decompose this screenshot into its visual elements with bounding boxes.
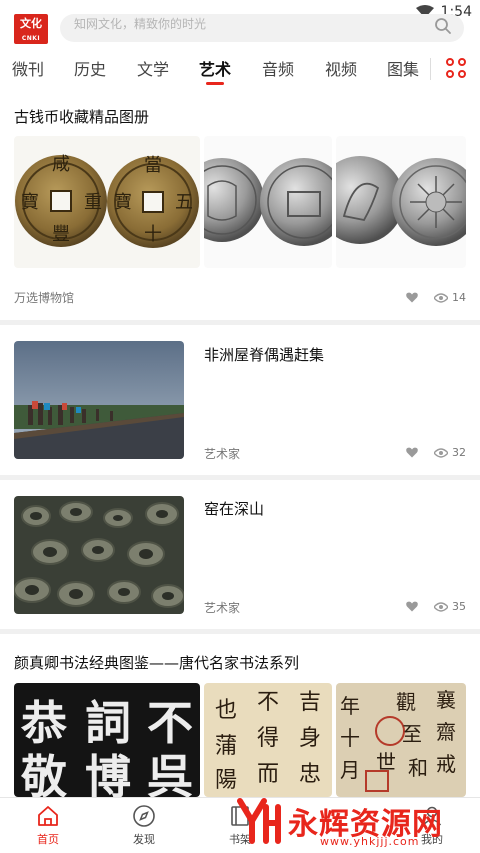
watermark-url: www.yhkjjj.com [320, 835, 420, 848]
watermark-logo-icon [237, 798, 281, 844]
calligraphy-char: 觀 [396, 690, 416, 714]
calligraphy-char: 也 [215, 698, 237, 723]
views-icon [434, 601, 448, 612]
like-icon[interactable] [406, 601, 418, 612]
calligraphy-char: 吉 [299, 690, 321, 715]
article-thumbnail [14, 341, 184, 459]
calligraphy-char: 年 [340, 694, 360, 718]
calligraphy-scroll-image: 年 觀 襄 十 至 齋 月 和 戒 世 [340, 688, 456, 792]
tab-video[interactable]: 视频 [325, 56, 357, 80]
kiln-pottery-photo [14, 496, 184, 614]
svg-text:豐: 豐 [52, 224, 70, 245]
seal-stamp [375, 716, 405, 746]
svg-text:寶: 寶 [114, 192, 132, 213]
gallery-image [204, 136, 332, 268]
home-icon [38, 806, 58, 826]
calligraphy-char: 戒 [436, 752, 456, 776]
section-divider [0, 629, 480, 634]
tab-divider [430, 58, 431, 80]
calligraphy-char: 忠 [299, 762, 321, 787]
calligraphy-char: 陽 [215, 768, 237, 793]
card-source: 万选博物馆 [14, 291, 75, 305]
article-source: 艺术家 [204, 447, 241, 461]
calligraphy-rubbing-image: 恭 詞 不 敬 博 呉 [20, 696, 193, 797]
calligraphy-char: 詞 [85, 696, 131, 750]
calligraphy-char: 身 [299, 726, 321, 751]
svg-text:寶: 寶 [21, 192, 39, 213]
gallery-image: 年 觀 襄 十 至 齋 月 和 戒 世 [336, 683, 466, 797]
calligraphy-char: 不 [257, 690, 279, 715]
article-title: 窑在深山 [204, 500, 265, 518]
bottom-navigation: 首页 发现 书架 我的 永辉资源网 www.yhkjjj.com [0, 797, 480, 853]
article-thumbnail [14, 496, 184, 614]
logo-text: 文化 [20, 17, 42, 30]
view-count: 32 [452, 446, 466, 459]
calligraphy-char: 月 [340, 758, 360, 782]
calligraphy-char: 博 [85, 750, 131, 797]
tab-weikan[interactable]: 微刊 [12, 56, 44, 80]
calligraphy-char: 不 [147, 696, 193, 750]
header: 文化 CNKI 知网文化，精致你的时光 [0, 0, 480, 48]
calligraphy-char: 恭 [20, 696, 68, 750]
views-icon [434, 447, 448, 458]
like-icon[interactable] [406, 292, 418, 303]
logo-subtext: CNKI [21, 35, 41, 42]
view-count: 35 [452, 600, 466, 613]
gallery-image: 恭 詞 不 敬 博 呉 [14, 683, 200, 797]
tab-audio[interactable]: 音频 [262, 56, 294, 80]
section-divider [0, 475, 480, 480]
calligraphy-char: 襄 [436, 688, 456, 712]
nav-discover[interactable]: 发现 [114, 804, 174, 847]
calligraphy-char: 呉 [147, 750, 193, 797]
seal-stamp [365, 770, 389, 792]
view-count: 14 [452, 291, 466, 304]
compass-icon [133, 805, 155, 827]
gallery-image: 咸重 豐寶 當五 十寶 [14, 136, 200, 268]
silver-coins-image [336, 156, 466, 246]
calligraphy-char: 世 [376, 750, 396, 774]
calligraphy-char: 敬 [20, 750, 68, 797]
svg-text:五: 五 [175, 192, 193, 213]
search-icon [435, 18, 451, 34]
search-placeholder: 知网文化，精致你的时光 [74, 17, 207, 31]
tab-gallery[interactable]: 图集 [387, 56, 419, 80]
article-title: 非洲屋脊偶遇赶集 [204, 346, 325, 364]
calligraphy-char: 蒲 [215, 734, 237, 759]
gallery-image: 也 不 吉 蒲 得 身 陽 而 忠 [204, 683, 332, 797]
tab-history[interactable]: 历史 [74, 56, 106, 80]
watermark: 永辉资源网 www.yhkjjj.com [234, 795, 480, 851]
category-tabs: 微刊 历史 文学 艺术 音频 视频 图集 [0, 48, 480, 92]
card-title: 颜真卿书法经典图鉴——唐代名家书法系列 [14, 654, 300, 672]
search-bar[interactable]: 知网文化，精致你的时光 [60, 14, 464, 42]
category-menu-icon[interactable] [446, 58, 468, 80]
article-source: 艺术家 [204, 601, 241, 615]
active-tab-indicator [206, 82, 224, 85]
like-icon[interactable] [406, 447, 418, 458]
svg-text:咸: 咸 [52, 154, 70, 175]
app-logo[interactable]: 文化 CNKI [14, 14, 48, 44]
chinese-coins-image: 咸重 豐寶 當五 十寶 [15, 154, 199, 248]
calligraphy-char: 得 [257, 726, 279, 751]
calligraphy-char: 十 [340, 726, 360, 750]
svg-text:當: 當 [144, 155, 162, 176]
calligraphy-char: 而 [257, 762, 279, 787]
tab-literature[interactable]: 文学 [137, 56, 169, 80]
calligraphy-scroll-image: 也 不 吉 蒲 得 身 陽 而 忠 [215, 690, 321, 793]
silver-coins-image [204, 158, 332, 246]
views-icon [434, 292, 448, 303]
nav-discover-label: 发现 [133, 833, 155, 846]
svg-text:十: 十 [144, 224, 162, 245]
nav-home-label: 首页 [37, 833, 59, 846]
calligraphy-char: 齋 [436, 720, 456, 744]
card-title: 古钱币收藏精品图册 [14, 108, 150, 126]
market-road-photo [14, 341, 184, 459]
svg-text:重: 重 [84, 192, 102, 213]
tab-art[interactable]: 艺术 [199, 56, 231, 80]
section-divider [0, 320, 480, 325]
calligraphy-char: 至 [402, 722, 422, 746]
nav-home[interactable]: 首页 [18, 804, 78, 847]
calligraphy-char: 和 [408, 756, 428, 780]
gallery-image [336, 136, 466, 268]
